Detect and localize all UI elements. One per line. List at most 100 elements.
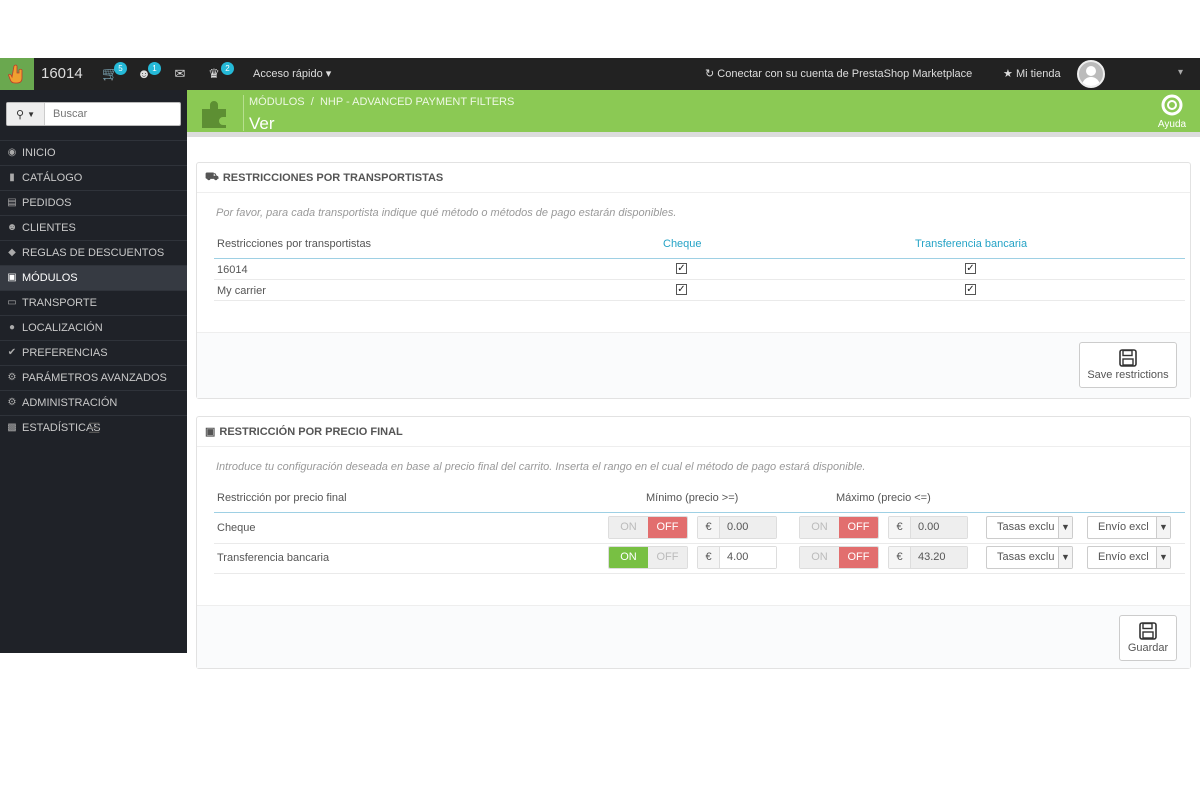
tax-select[interactable]: Tasas exclu ▼ <box>986 516 1073 539</box>
min-price-value: 0.00 <box>720 517 776 538</box>
column-header-transfer[interactable]: Transferencia bancaria <box>915 238 1027 250</box>
bar-chart-icon: ▩ <box>7 422 17 433</box>
my-store-link[interactable]: ★ Mi tienda <box>1003 67 1061 80</box>
search-icon: ⚲ <box>16 108 25 121</box>
link-icon: ↻ <box>705 68 715 80</box>
marketplace-connect-link[interactable]: ↻ Conectar con su cuenta de PrestaShop M… <box>705 67 972 80</box>
min-price-switch[interactable]: ON OFF <box>608 516 688 539</box>
sidebar-item-catalogo[interactable]: ▮ CATÁLOGO <box>0 165 187 190</box>
min-price-field[interactable]: € 4.00 <box>697 546 777 569</box>
min-price-switch[interactable]: ON OFF <box>608 546 688 569</box>
currency-label: € <box>889 517 911 538</box>
quick-access-label: Acceso rápido <box>253 68 323 80</box>
globe-icon: ● <box>8 322 16 333</box>
save-restrictions-label: Save restrictions <box>1087 369 1169 381</box>
truck-icon: ▭ <box>7 297 17 308</box>
tax-select[interactable]: Tasas exclu ▼ <box>986 546 1073 569</box>
cog-icon: ⚙ <box>7 397 17 408</box>
checkbox-carrier1-transfer[interactable]: ✓ <box>965 263 976 274</box>
prestashop-logo[interactable] <box>0 58 34 90</box>
envelope-icon[interactable]: ✉ <box>172 66 188 82</box>
top-bar: 16014 🛒 5 ☻ 1 ✉ ♛ 2 Acceso rápido ▾ ↻ Co… <box>0 58 1200 90</box>
switch-off[interactable]: OFF <box>839 517 878 538</box>
sidebar-item-reglas-descuentos[interactable]: ◆ REGLAS DE DESCUENTOS <box>0 240 187 265</box>
tax-select-value: Tasas exclu <box>997 551 1055 563</box>
switch-on[interactable]: ON <box>800 547 839 568</box>
sidebar-item-pedidos[interactable]: ▤ PEDIDOS <box>0 190 187 215</box>
breadcrumb: MÓDULOS / NHP - ADVANCED PAYMENT FILTERS <box>249 96 514 108</box>
column-header-cheque[interactable]: Cheque <box>663 238 702 250</box>
sidebar-item-label: CATÁLOGO <box>22 172 83 184</box>
marketplace-connect-label: Conectar con su cuenta de PrestaShop Mar… <box>717 68 973 80</box>
truck-icon: ⛟ <box>205 170 219 183</box>
search-input[interactable] <box>45 103 175 125</box>
orders-badge: 5 <box>114 62 127 75</box>
sidebar-item-label: ADMINISTRACIÓN <box>22 397 118 409</box>
star-icon: ★ <box>1003 68 1013 80</box>
column-header-min: Mínimo (precio >=) <box>646 492 739 504</box>
collapse-menu-icon[interactable]: ☰ <box>88 420 101 437</box>
dashboard-icon: ◉ <box>7 147 17 158</box>
max-price-switch[interactable]: ON OFF <box>799 546 879 569</box>
tax-select-value: Tasas exclu <box>997 521 1055 533</box>
chevron-down-icon: ▼ <box>1058 517 1072 538</box>
sidebar-item-transporte[interactable]: ▭ TRANSPORTE <box>0 290 187 315</box>
sidebar-item-localizacion[interactable]: ● LOCALIZACIÓN <box>0 315 187 340</box>
puzzle-icon: ▣ <box>7 272 17 283</box>
max-price-value: 43.20 <box>911 547 967 568</box>
trophy-icon[interactable]: ♛ <box>206 66 222 82</box>
sidebar-item-label: REGLAS DE DESCUENTOS <box>22 247 165 259</box>
sidebar-item-administracion[interactable]: ⚙ ADMINISTRACIÓN <box>0 390 187 415</box>
sidebar-item-clientes[interactable]: ☻ CLIENTES <box>0 215 187 240</box>
switch-on[interactable]: ON <box>609 547 648 568</box>
shipping-select-value: Envío excl <box>1098 551 1149 563</box>
panel-hint: Introduce tu configuración deseada en ba… <box>216 461 866 473</box>
save-button[interactable]: Guardar <box>1119 615 1177 661</box>
switch-on[interactable]: ON <box>800 517 839 538</box>
max-price-field[interactable]: € 43.20 <box>888 546 968 569</box>
max-price-field[interactable]: € 0.00 <box>888 516 968 539</box>
breadcrumb-item-module[interactable]: NHP - ADVANCED PAYMENT FILTERS <box>320 96 514 108</box>
save-icon <box>1119 349 1137 367</box>
sidebar-item-label: LOCALIZACIÓN <box>22 322 103 334</box>
sidebar-menu: ◉ INICIO ▮ CATÁLOGO ▤ PEDIDOS ☻ CLIENTES ◆ RE… <box>0 140 187 440</box>
carrier-name: 16014 <box>217 264 248 276</box>
caret-down-icon: ▼ <box>27 109 35 119</box>
checkbox-carrier1-cheque[interactable]: ✓ <box>676 263 687 274</box>
admin-window: 16014 🛒 5 ☻ 1 ✉ ♛ 2 Acceso rápido ▾ ↻ Co… <box>0 58 1200 670</box>
sidebar-item-parametros-avanzados[interactable]: ⚙ PARÁMETROS AVANZADOS <box>0 365 187 390</box>
payment-method-name: Transferencia bancaria <box>217 552 330 564</box>
profile-caret-icon[interactable]: ▾ <box>1178 67 1183 78</box>
sidebar-item-modulos[interactable]: ▣ MÓDULOS <box>0 265 187 290</box>
min-price-field[interactable]: € 0.00 <box>697 516 777 539</box>
max-price-switch[interactable]: ON OFF <box>799 516 879 539</box>
column-header-carrier: Restricciones por transportistas <box>217 238 372 250</box>
switch-off[interactable]: OFF <box>648 517 687 538</box>
help-button[interactable]: Ayuda <box>1152 94 1192 130</box>
switch-off[interactable]: OFF <box>648 547 687 568</box>
save-icon <box>1139 622 1157 640</box>
shipping-select[interactable]: Envío excl ▼ <box>1087 546 1171 569</box>
sidebar-item-inicio[interactable]: ◉ INICIO <box>0 140 187 165</box>
max-price-value: 0.00 <box>911 517 967 538</box>
checkbox-carrier2-transfer[interactable]: ✓ <box>965 284 976 295</box>
lifebuoy-icon <box>1161 94 1183 116</box>
quick-access-menu[interactable]: Acceso rápido ▾ <box>253 67 331 80</box>
shipping-select[interactable]: Envío excl ▼ <box>1087 516 1171 539</box>
chevron-down-icon: ▼ <box>1156 517 1170 538</box>
header-divider <box>214 512 1185 513</box>
avatar[interactable] <box>1077 60 1105 88</box>
checkbox-carrier2-cheque[interactable]: ✓ <box>676 284 687 295</box>
shop-name[interactable]: 16014 <box>41 65 83 82</box>
column-header-price: Restricción por precio final <box>217 492 347 504</box>
row-divider <box>214 300 1185 301</box>
panel-title: RESTRICCIÓN POR PRECIO FINAL <box>219 425 403 438</box>
switch-off[interactable]: OFF <box>839 547 878 568</box>
search-type-dropdown[interactable]: ⚲ ▼ <box>7 103 45 125</box>
breadcrumb-item-modules[interactable]: MÓDULOS <box>249 96 305 108</box>
switch-on[interactable]: ON <box>609 517 648 538</box>
sidebar-item-label: TRANSPORTE <box>22 297 97 309</box>
save-restrictions-button[interactable]: Save restrictions <box>1079 342 1177 388</box>
cogs-icon: ⚙ <box>7 372 17 383</box>
sidebar-item-preferencias[interactable]: ✔ PREFERENCIAS <box>0 340 187 365</box>
